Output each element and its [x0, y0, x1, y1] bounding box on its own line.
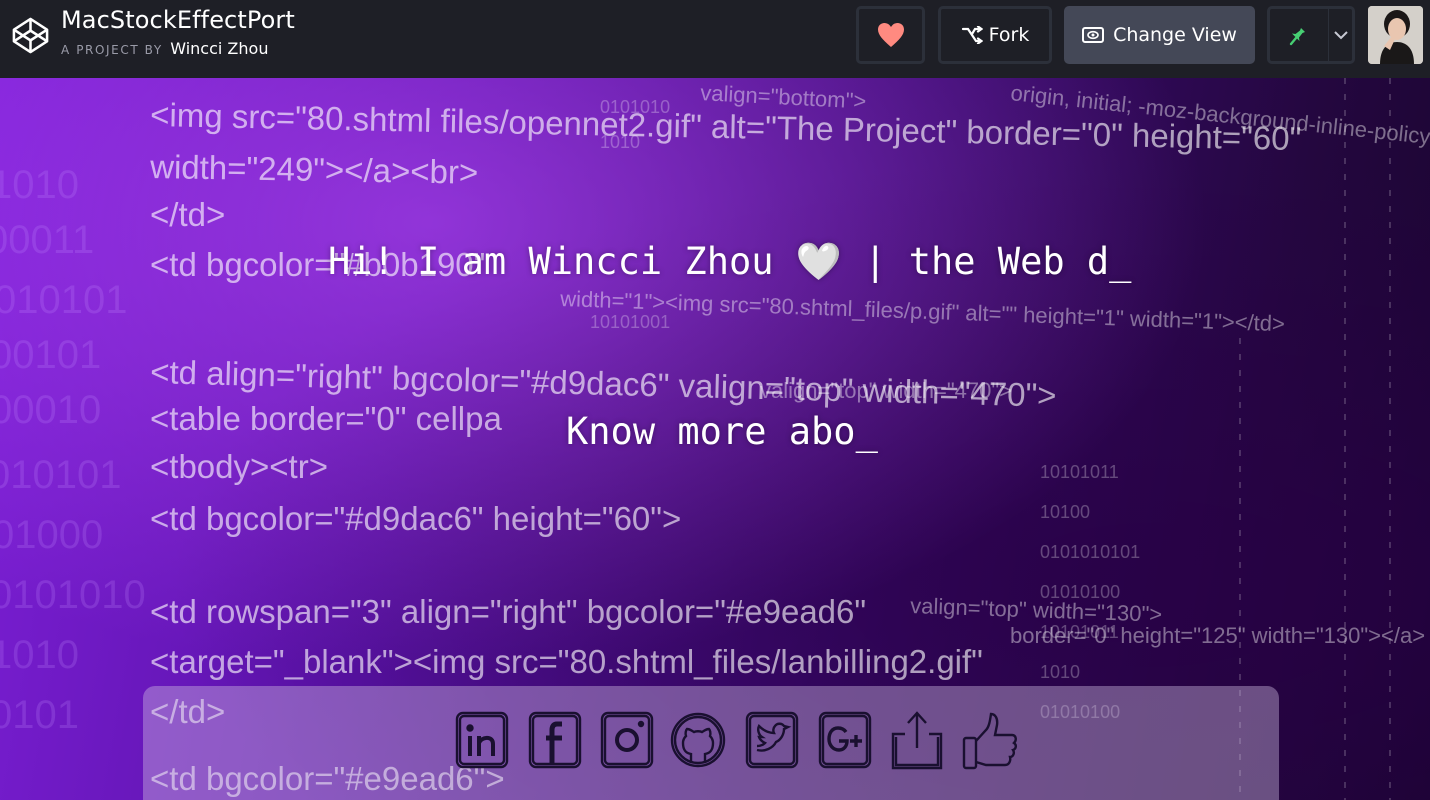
- codepen-logo-icon[interactable]: [11, 16, 50, 55]
- svg-text:1010: 1010: [0, 163, 79, 207]
- change-view-button[interactable]: Change View: [1064, 6, 1255, 64]
- svg-text:01000: 01000: [0, 513, 103, 557]
- svg-text:010101: 010101: [0, 453, 121, 497]
- linkedin-icon[interactable]: [455, 710, 511, 772]
- byline-prefix: A PROJECT BY: [61, 43, 163, 57]
- change-view-label: Change View: [1113, 24, 1237, 46]
- pin-button[interactable]: [1267, 6, 1329, 64]
- bg-code-line: <target="_blank"><img src="80.shtml_file…: [150, 643, 983, 680]
- bg-code-line: </td>: [150, 196, 225, 233]
- svg-text:010101: 010101: [0, 278, 127, 322]
- heart-icon: [877, 23, 904, 47]
- pen-title[interactable]: MacStockEffectPort: [61, 5, 295, 35]
- heart-button[interactable]: [856, 6, 925, 64]
- svg-text:1010: 1010: [0, 633, 79, 677]
- svg-text:00101: 00101: [0, 333, 101, 377]
- preview-stage: 1010 00011 010101 00101 00010 010101 010…: [0, 78, 1430, 800]
- avatar-image: [1368, 6, 1423, 64]
- facebook-icon[interactable]: [528, 710, 584, 772]
- eye-icon: [1082, 27, 1105, 43]
- svg-text:0101010101: 0101010101: [1040, 542, 1140, 562]
- like-icon[interactable]: [962, 710, 1018, 772]
- social-dock: [143, 686, 1279, 800]
- fork-icon: [961, 26, 983, 44]
- fork-label: Fork: [988, 24, 1030, 46]
- svg-text:0101010: 0101010: [0, 573, 146, 617]
- pin-icon: [1289, 24, 1305, 46]
- twitter-icon[interactable]: [745, 710, 801, 772]
- fork-button[interactable]: Fork: [938, 6, 1052, 64]
- share-icon[interactable]: [889, 710, 945, 772]
- pen-title-block: MacStockEffectPort A PROJECT BY Wincci Z…: [61, 5, 295, 60]
- svg-text:valign="top" width="470">: valign="top" width="470">: [760, 378, 1012, 403]
- typed-intro-text: Hi! I am Wincci Zhou 🤍 | the Web d_: [328, 240, 1132, 283]
- google-plus-icon[interactable]: [818, 710, 874, 772]
- typed-more-link[interactable]: Know more abo_: [566, 410, 878, 453]
- svg-text:valign="top" width="130">: valign="top" width="130">: [910, 593, 1163, 627]
- pin-options-button[interactable]: [1328, 6, 1355, 64]
- pen-header: MacStockEffectPort A PROJECT BY Wincci Z…: [0, 0, 1430, 78]
- svg-text:00010: 00010: [0, 388, 101, 432]
- instagram-icon[interactable]: [600, 710, 656, 772]
- svg-text:1010: 1010: [1040, 662, 1080, 682]
- svg-text:0101: 0101: [0, 693, 79, 737]
- bg-code-line: <td bgcolor="#d9dac6" height="60">: [150, 500, 681, 537]
- svg-text:10100: 10100: [1040, 502, 1090, 522]
- svg-text:border="0" height="125" width=: border="0" height="125" width="130"></a>: [1010, 623, 1425, 648]
- bg-code-line: <td rowspan="3" align="right" bgcolor="#…: [150, 593, 866, 630]
- svg-text:10101001: 10101001: [590, 312, 670, 332]
- byline: A PROJECT BY Wincci Zhou: [61, 39, 295, 60]
- bg-code-line: <table border="0" cellpa: [150, 400, 502, 437]
- author-link[interactable]: Wincci Zhou: [170, 39, 268, 58]
- svg-text:10101011: 10101011: [1040, 462, 1119, 482]
- chevron-down-icon: [1333, 31, 1348, 40]
- github-icon[interactable]: [670, 710, 726, 772]
- avatar[interactable]: [1368, 6, 1423, 64]
- bg-code-line: width="249"></a><br>: [149, 148, 479, 191]
- bg-code-line: <tbody><tr>: [150, 448, 328, 485]
- svg-text:00011: 00011: [0, 218, 94, 262]
